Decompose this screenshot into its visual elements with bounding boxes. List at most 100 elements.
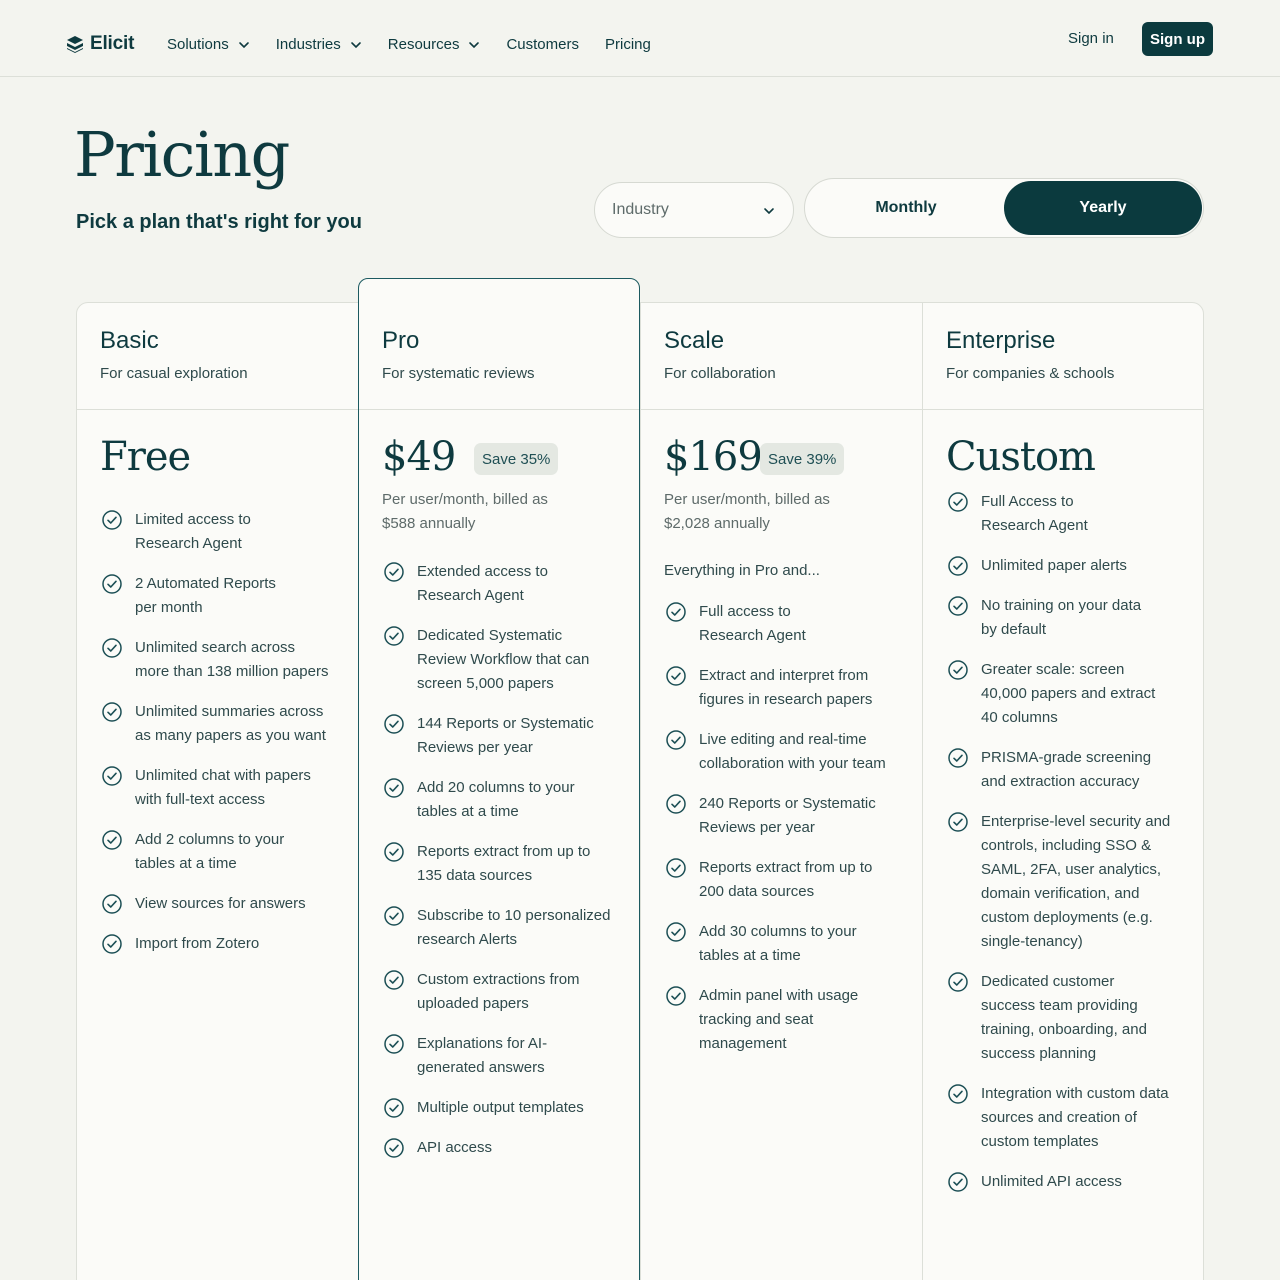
feature-text-line: training, onboarding, and [981, 1021, 1147, 1038]
feature-item: Extract and interpret from figures in res… [666, 664, 906, 712]
plan-name-pro: Pro [382, 327, 420, 354]
nav-links: Solutions Industries Resources Customers… [167, 36, 677, 53]
feature-text: Add 30 columns to your tables at a time [699, 920, 857, 968]
feature-item: Admin panel with usage tracking and seat m… [666, 984, 906, 1056]
brand-name: Elicit [90, 33, 135, 54]
feature-text-line: Multiple output templates [417, 1099, 584, 1116]
check-circle-icon [102, 894, 122, 914]
feature-text: Full Access to Research Agent [981, 490, 1088, 538]
feature-text-line: tables at a time [135, 855, 237, 872]
feature-item: Unlimited chat with papers with full-text… [102, 764, 342, 812]
feature-item: Greater scale: screen 40,000 papers and e… [948, 658, 1188, 730]
billing-note-line: Per user/month, billed as [664, 491, 830, 508]
feature-text-line: Unlimited search across [135, 639, 296, 656]
page-title: Pricing [74, 118, 290, 191]
feature-text: Extended access to Research Agent [417, 560, 548, 608]
brand-logo[interactable]: Elicit [66, 33, 134, 55]
plan-tagline-scale: For collaboration [664, 365, 776, 382]
feature-text: Explanations for AI-generated answers [417, 1032, 547, 1080]
billing-period-toggle: Monthly Yearly [804, 178, 1204, 238]
feature-text-line: Reports extract from up to [417, 843, 591, 860]
check-circle-icon [102, 934, 122, 954]
feature-item: Dedicated customer success team providing… [948, 970, 1188, 1066]
check-circle-icon [666, 794, 686, 814]
feature-text: Add 2 columns to your tables at a time [135, 828, 284, 876]
feature-text: Live editing and real-time collaboration … [699, 728, 886, 776]
feature-item: Subscribe to 10 personalized research Ale… [384, 904, 624, 952]
billing-note-line: $2,028 annually [664, 515, 770, 532]
feature-text-line: View sources for answers [135, 895, 306, 912]
check-circle-icon [102, 766, 122, 786]
feature-text-line: Full access to [699, 603, 791, 620]
feature-text: Full access to Research Agent [699, 600, 806, 648]
feature-list-scale: Full access to Research Agent Extract and … [666, 600, 906, 1072]
industry-select-placeholder: Industry [612, 201, 669, 218]
billing-note-pro: Per user/month, billed as $588 annually [382, 488, 602, 536]
feature-text-line: Import from Zotero [135, 935, 260, 952]
feature-text-line: Research Agent [417, 587, 524, 604]
feature-text-line: Reports extract from up to [699, 859, 873, 876]
feature-text-line: Full Access to [981, 493, 1074, 510]
feature-text-line: Limited access to [135, 511, 251, 528]
feature-text: 144 Reports or Systematic Reviews per yea… [417, 712, 594, 760]
feature-text-line: sources and creation of [981, 1109, 1137, 1126]
feature-item: Reports extract from up to 135 data sourc… [384, 840, 624, 888]
nav-item-label: Resources [387, 36, 460, 53]
check-circle-icon [666, 922, 686, 942]
check-circle-icon [948, 812, 968, 832]
sign-in-link[interactable]: Sign in [1068, 30, 1114, 47]
billing-monthly-option[interactable]: Monthly [807, 181, 1005, 235]
feature-text-line: tables at a time [417, 803, 519, 820]
feature-item: 240 Reports or Systematic Reviews per yea… [666, 792, 906, 840]
column-divider [922, 302, 923, 1280]
feature-text-line: Enterprise-level security and [981, 813, 1171, 830]
feature-text: API access [417, 1136, 492, 1160]
sign-up-button[interactable]: Sign up [1142, 22, 1213, 56]
feature-text-line: 40,000 papers and extract [981, 685, 1156, 702]
feature-text-line: by default [981, 621, 1047, 638]
feature-item: Explanations for AI-generated answers [384, 1032, 624, 1080]
nav-item-label: Customers [506, 36, 579, 53]
chevron-down-icon [350, 41, 361, 48]
feature-text-line: generated answers [417, 1059, 545, 1076]
feature-text-line: tables at a time [699, 947, 801, 964]
feature-text-line: Unlimited summaries across [135, 703, 324, 720]
feature-text: Dedicated customer success team providing… [981, 970, 1147, 1066]
plan-header-divider [359, 409, 639, 410]
nav-item-industries[interactable]: Industries [276, 36, 362, 53]
feature-text: Import from Zotero [135, 932, 259, 956]
feature-text: Unlimited summaries across as many papers… [135, 700, 326, 748]
feature-text-line: more than 138 million papers [135, 663, 329, 680]
nav-item-solutions[interactable]: Solutions [167, 36, 250, 53]
page-subtitle: Pick a plan that's right for you [76, 211, 362, 233]
nav-item-resources[interactable]: Resources [388, 36, 481, 53]
feature-text-line: figures in research papers [699, 691, 873, 708]
feature-text-line: 2 Automated Reports [135, 575, 276, 592]
check-circle-icon [102, 830, 122, 850]
billing-yearly-option[interactable]: Yearly [1004, 181, 1202, 235]
industry-select[interactable]: Industry [594, 182, 794, 238]
feature-text: Greater scale: screen 40,000 papers and e… [981, 658, 1155, 730]
feature-item: Extended access to Research Agent [384, 560, 624, 608]
nav-item-customers[interactable]: Customers [506, 36, 579, 53]
feature-text-line: custom templates [981, 1133, 1099, 1150]
nav-item-pricing[interactable]: Pricing [605, 36, 651, 53]
feature-list-basic: Limited access to Research Agent 2 Automat… [102, 508, 342, 972]
feature-text-line: Integration with custom data [981, 1085, 1169, 1102]
feature-text-line: Reviews per year [699, 819, 815, 836]
check-circle-icon [384, 1138, 404, 1158]
feature-text-line: 40 columns [981, 709, 1058, 726]
plan-name-basic: Basic [100, 327, 159, 354]
feature-text: Reports extract from up to 200 data sourc… [699, 856, 872, 904]
check-circle-icon [948, 748, 968, 768]
check-circle-icon [666, 730, 686, 750]
feature-text-line: Dedicated customer [981, 973, 1115, 990]
feature-text: 2 Automated Reports per month [135, 572, 276, 620]
feature-item: Integration with custom data sources and … [948, 1082, 1188, 1154]
nav-item-label: Solutions [167, 36, 229, 53]
feature-text: Unlimited search across more than 138 mil… [135, 636, 328, 684]
feature-text-line: Research Agent [699, 627, 806, 644]
column-divider [640, 302, 641, 1280]
plan-price-enterprise: Custom [946, 434, 1096, 480]
check-circle-icon [384, 778, 404, 798]
